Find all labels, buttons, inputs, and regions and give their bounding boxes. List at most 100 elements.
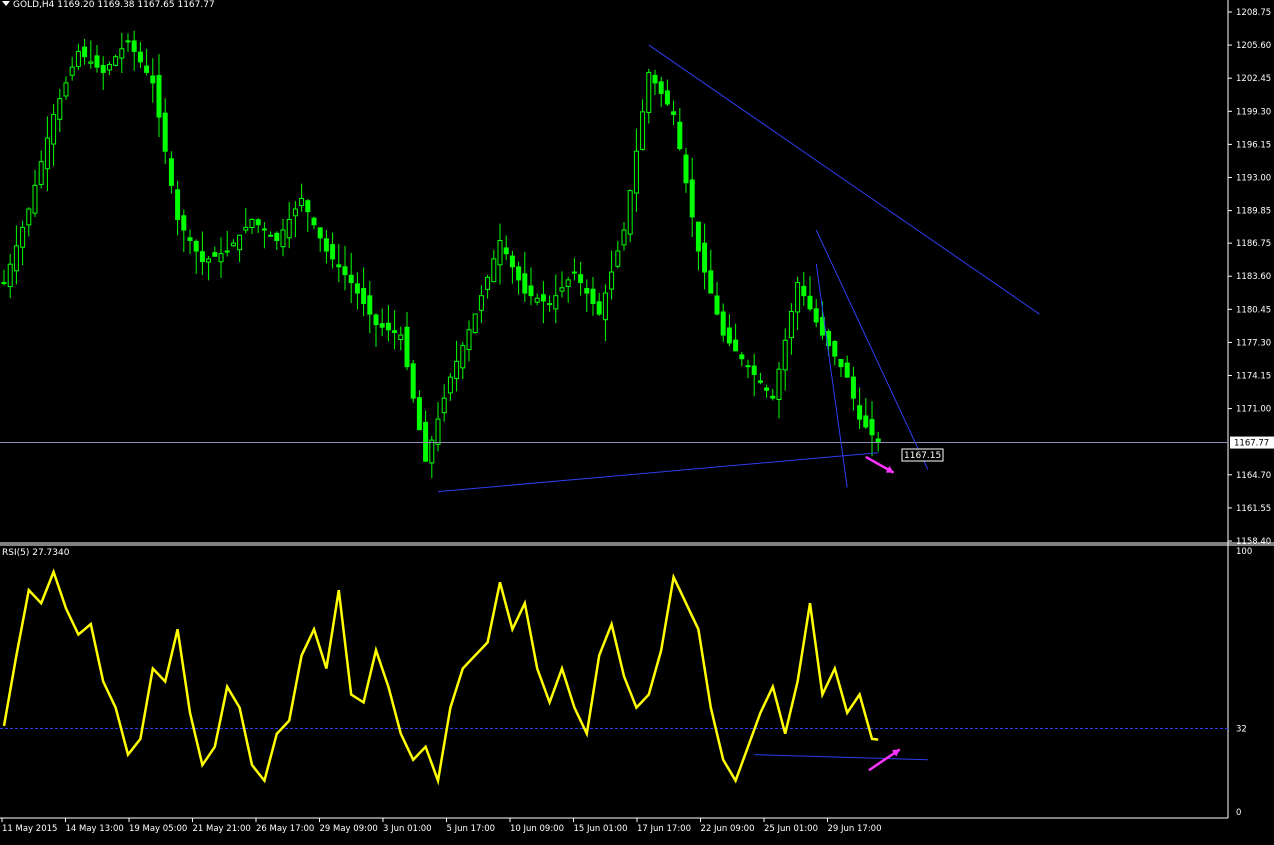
rsi-line	[2, 568, 879, 786]
price-tick-label: 1183.60	[1236, 272, 1271, 282]
time-tick-label: 26 May 17:00	[256, 824, 314, 834]
candle-body	[553, 295, 559, 310]
candle-body	[230, 242, 236, 247]
candle-body	[44, 137, 50, 170]
candle-body	[832, 341, 838, 357]
candle-body	[807, 295, 813, 310]
candle-body	[633, 150, 639, 194]
time-tick-label: 22 Jun 09:00	[701, 824, 755, 834]
candle-body	[51, 113, 57, 145]
candle-body	[609, 271, 615, 290]
price-tick-label: 1171.00	[1236, 405, 1271, 415]
candle-body	[181, 215, 187, 231]
candle-body	[32, 184, 38, 214]
time-tick-label: 10 Jun 09:00	[510, 824, 564, 834]
candle-body	[336, 264, 342, 268]
candle-body	[435, 418, 441, 445]
time-tick-label: 14 May 13:00	[66, 824, 124, 834]
candle-body	[726, 327, 732, 344]
price-tick-label: 1180.45	[1236, 305, 1271, 315]
rsi-tick-label: 100	[1236, 547, 1252, 557]
candle-body	[348, 274, 354, 284]
candle-body	[640, 111, 646, 150]
time-tick-label: 11 May 2015	[2, 824, 57, 834]
price-tick-label: 1199.30	[1236, 107, 1271, 117]
candle-body	[13, 245, 19, 272]
price-tick-label: 1164.70	[1236, 471, 1271, 481]
price-tick-label: 1177.30	[1236, 338, 1271, 348]
candle-body	[144, 65, 150, 73]
candle-body	[38, 161, 44, 185]
trendline	[648, 44, 1040, 315]
candle-body	[88, 61, 94, 64]
candle-body	[485, 276, 491, 290]
candle-body	[299, 197, 305, 207]
candle-body	[323, 238, 329, 252]
candle-body	[162, 112, 168, 152]
candle-body	[578, 274, 584, 284]
candle-body	[404, 326, 410, 368]
candle-body	[168, 158, 174, 186]
price-tick-label: 1189.85	[1236, 207, 1271, 217]
candle-body	[677, 121, 683, 150]
chart-svg: 1208.75 1205.60 1202.45 1199.30 1196.15 1193.…	[0, 0, 1274, 834]
candle-body	[745, 365, 751, 368]
dropdown-triangle-icon[interactable]	[2, 1, 10, 6]
candle-body	[838, 358, 844, 368]
candle-body	[255, 219, 261, 226]
time-tick-label: 19 May 05:00	[129, 824, 187, 834]
title-bar: GOLD,H4 1169.20 1169.38 1167.65 1167.77	[2, 0, 215, 11]
candle-body	[695, 221, 701, 252]
candle-body	[646, 71, 652, 113]
price-tick-label: 1193.00	[1236, 173, 1271, 183]
candle-body	[150, 75, 156, 84]
candle-body	[398, 334, 404, 341]
candle-body	[212, 252, 218, 257]
candle-body	[373, 314, 379, 326]
candle-body	[342, 266, 348, 276]
candle-body	[702, 242, 708, 273]
candle-body	[497, 240, 503, 266]
candle-body	[305, 200, 311, 213]
candle-body	[441, 397, 447, 414]
candle-body	[274, 232, 280, 242]
candle-body	[100, 65, 106, 73]
candle-body	[720, 311, 726, 336]
candle-body	[795, 282, 801, 313]
candle-body	[534, 297, 540, 303]
candle-body	[1, 282, 7, 285]
candle-body	[311, 217, 317, 226]
candle-body	[193, 240, 199, 252]
trendline	[815, 263, 848, 488]
candle-body	[751, 365, 757, 375]
price-tick-label: 1196.15	[1236, 140, 1271, 150]
candle-body	[602, 292, 608, 321]
candle-body	[509, 255, 515, 268]
candle-body	[125, 40, 131, 43]
chart-root: 1208.75 1205.60 1202.45 1199.30 1196.15 1193.…	[0, 0, 1274, 841]
candle-body	[813, 308, 819, 323]
candle-body	[224, 250, 230, 253]
candle-body	[571, 271, 577, 274]
candle-body	[26, 208, 32, 226]
candle-body	[540, 294, 546, 302]
candle-body	[516, 266, 522, 281]
candle-body	[63, 82, 69, 97]
time-tick-label: 25 Jun 01:00	[764, 824, 818, 834]
candle-body	[249, 219, 255, 228]
candle-body	[243, 226, 249, 231]
candle-body	[106, 64, 112, 71]
candle-body	[156, 75, 162, 118]
candle-body	[503, 247, 509, 255]
candle-body	[801, 285, 807, 297]
candle-body	[844, 362, 850, 378]
candle-body	[559, 287, 565, 292]
candle-body	[286, 219, 292, 239]
candle-body	[75, 50, 81, 67]
candle-body	[466, 329, 472, 351]
candle-body	[472, 313, 478, 333]
time-tick-label: 21 May 21:00	[193, 824, 251, 834]
price-tick-label: 1208.75	[1236, 8, 1271, 18]
rsi-tick-label: 0	[1236, 808, 1241, 818]
candle-body	[119, 48, 125, 59]
